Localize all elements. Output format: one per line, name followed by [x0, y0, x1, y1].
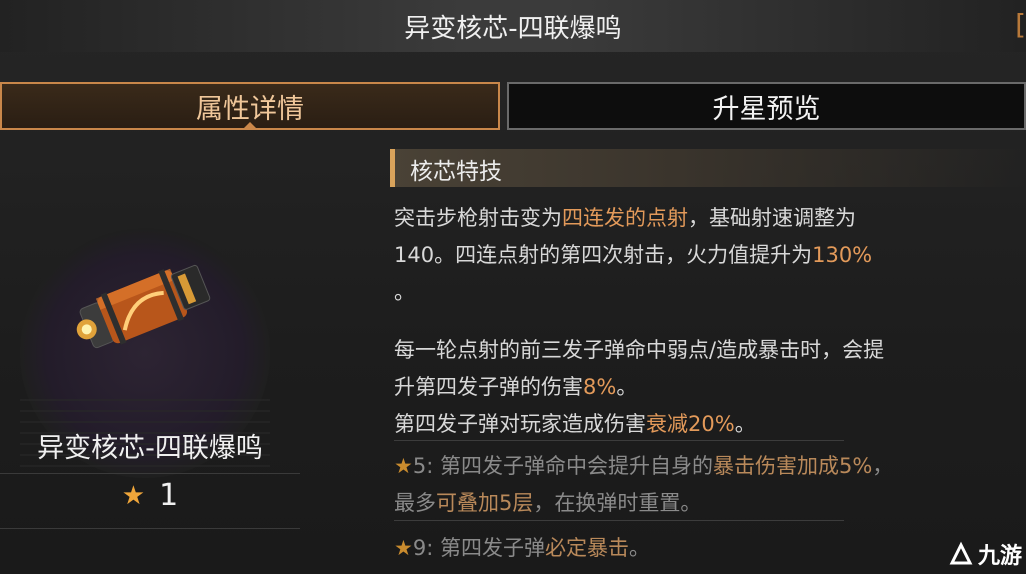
desc-text: 5: 第四发子弹命中会提升自身的: [412, 454, 713, 478]
desc-text: ，基础射速调整为: [688, 206, 856, 230]
desc-highlight: 暴击伤害加成5%: [712, 454, 873, 478]
core-canister-icon: [76, 264, 211, 349]
desc-text: 。: [394, 280, 415, 304]
tab-attributes[interactable]: 属性详情: [0, 82, 500, 130]
section-title: 核芯特技: [410, 159, 502, 185]
desc-line: 。: [394, 274, 1026, 311]
tab-star-preview[interactable]: 升星预览: [507, 82, 1026, 130]
desc-text: 。: [734, 412, 756, 436]
desc-text: 。: [628, 536, 650, 560]
desc-text: 每一轮点射的前三发子弹命中弱点/造成暴击时，会提: [394, 338, 885, 362]
divider: [0, 473, 300, 474]
star-level: ★ 1: [0, 478, 300, 513]
close-bracket[interactable]: [: [1015, 8, 1026, 41]
divider: [394, 440, 844, 441]
desc-line: 升第四发子弹的伤害8%。: [394, 369, 1026, 406]
desc-text: 升第四发子弹的伤害: [394, 375, 583, 399]
desc-text: ，在换弹时重置。: [533, 491, 702, 515]
desc-text: 140。四连点射的第四次射击，火力值提升为: [394, 243, 813, 267]
desc-text: ，: [872, 454, 894, 478]
desc-text: 第四发子弹对玩家造成伤害: [394, 412, 646, 436]
desc-line: ★5: 第四发子弹命中会提升自身的暴击伤害加成5%，: [394, 448, 1026, 485]
section-accent-bar: [390, 149, 395, 187]
page-title: 异变核芯-四联爆鸣: [404, 14, 622, 44]
divider: [0, 528, 300, 529]
star-icon: ★: [394, 536, 413, 560]
skill-section-header: 核芯特技: [390, 149, 1026, 187]
item-detail-screen: 异变核芯-四联爆鸣 [ 属性详情 升星预览 异变核芯-四联爆鸣 ★ 1 核芯特技…: [0, 0, 1026, 574]
active-tab-indicator: [242, 122, 258, 130]
title-bar: 异变核芯-四联爆鸣 [: [0, 0, 1026, 52]
item-panel: 异变核芯-四联爆鸣 ★ 1: [0, 140, 380, 574]
star-icon: ★: [121, 480, 146, 511]
desc-highlight: 8%: [583, 375, 617, 399]
star5-bonus: ★5: 第四发子弹命中会提升自身的暴击伤害加成5%， 最多可叠加5层，在换弹时重…: [394, 448, 1026, 522]
desc-line: ★9: 第四发子弹必定暴击。: [394, 530, 1026, 567]
tab-star-preview-label: 升星预览: [712, 93, 821, 125]
skill-paragraph-1: 突击步枪射击变为四连发的点射，基础射速调整为 140。四连点射的第四次射击，火力…: [394, 200, 1026, 311]
desc-text: 突击步枪射击变为: [394, 206, 562, 230]
watermark: 九游: [948, 538, 1022, 570]
star9-bonus: ★9: 第四发子弹必定暴击。: [394, 530, 1026, 567]
desc-text: 最多: [394, 491, 436, 515]
item-name: 异变核芯-四联爆鸣: [37, 433, 263, 464]
divider: [394, 520, 844, 521]
desc-text: 。: [616, 375, 638, 399]
star-count: 1: [159, 478, 179, 513]
desc-text: 9: 第四发子弹: [412, 536, 545, 560]
skill-paragraph-2: 每一轮点射的前三发子弹命中弱点/造成暴击时，会提 升第四发子弹的伤害8%。 第四…: [394, 332, 1026, 443]
desc-highlight: 必定暴击: [544, 536, 629, 560]
desc-line: 140。四连点射的第四次射击，火力值提升为130%: [394, 237, 1026, 274]
desc-line: 最多可叠加5层，在换弹时重置。: [394, 485, 1026, 522]
desc-highlight: 130%: [812, 243, 873, 267]
desc-highlight: 衰减20%: [646, 412, 735, 436]
desc-highlight: 四连发的点射: [562, 206, 688, 230]
desc-line: 每一轮点射的前三发子弹命中弱点/造成暴击时，会提: [394, 332, 1026, 369]
logo-icon: [949, 541, 973, 565]
tab-attributes-label: 属性详情: [196, 93, 304, 125]
star-icon: ★: [394, 454, 413, 478]
watermark-text: 九游: [977, 544, 1022, 569]
desc-line: 突击步枪射击变为四连发的点射，基础射速调整为: [394, 200, 1026, 237]
desc-line: 第四发子弹对玩家造成伤害衰减20%。: [394, 406, 1026, 443]
desc-highlight: 可叠加5层: [436, 491, 534, 515]
